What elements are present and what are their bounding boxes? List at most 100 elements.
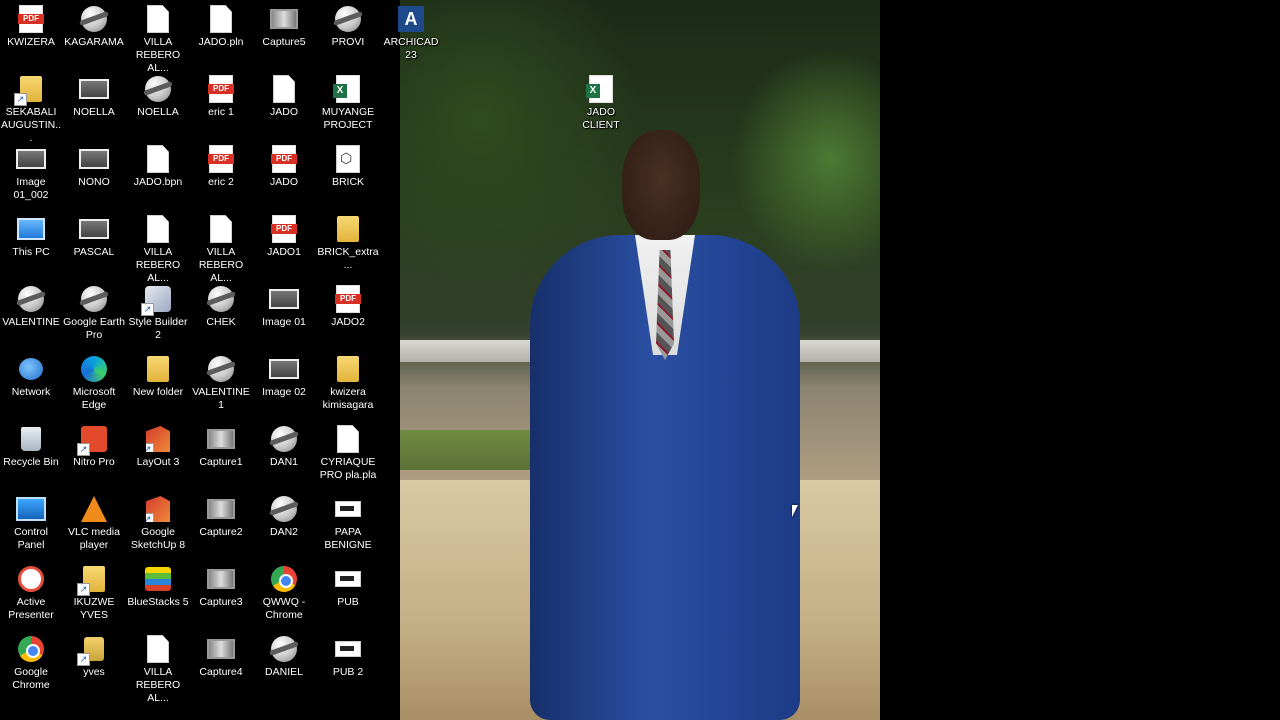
desktop-icon[interactable]: Capture5 bbox=[253, 4, 315, 49]
document-icon bbox=[143, 634, 173, 664]
desktop-icon-label: Microsoft Edge bbox=[72, 386, 116, 411]
desktop-icon[interactable]: KAGARAMA bbox=[63, 4, 125, 49]
desktop-icon[interactable]: JADO.bpn bbox=[127, 144, 189, 189]
desktop-icon[interactable]: Recycle Bin bbox=[0, 424, 62, 469]
folder-icon bbox=[147, 356, 169, 382]
desktop-icon[interactable]: BlueStacks 5 bbox=[127, 564, 189, 609]
network-icon bbox=[16, 354, 46, 384]
desktop-icon[interactable]: VALENTINE 1 bbox=[190, 354, 252, 412]
desktop-icon[interactable]: Image 01_002 bbox=[0, 144, 62, 202]
desktop-icon[interactable]: Style Builder 2 bbox=[127, 284, 189, 342]
desktop-icon-label: KWIZERA bbox=[7, 36, 55, 48]
desktop-icon[interactable]: MUYANGE PROJECT bbox=[317, 74, 379, 132]
desktop-icon[interactable]: VLC media player bbox=[63, 494, 125, 552]
desktop-icon[interactable]: NOELLA bbox=[63, 74, 125, 119]
google-earth-icon bbox=[271, 496, 297, 522]
desktop-icon[interactable]: Google Earth Pro bbox=[63, 284, 125, 342]
document-icon bbox=[206, 214, 236, 244]
desktop-icon[interactable]: Image 02 bbox=[253, 354, 315, 399]
desktop-icon[interactable]: Control Panel bbox=[0, 494, 62, 552]
desktop-icon[interactable]: PUB 2 bbox=[317, 634, 379, 679]
desktop-icon[interactable]: DAN2 bbox=[253, 494, 315, 539]
desktop-icon[interactable]: Microsoft Edge bbox=[63, 354, 125, 412]
google-earth-icon bbox=[16, 284, 46, 314]
desktop-icon[interactable]: JADO CLIENT bbox=[570, 74, 632, 132]
desktop-icon[interactable]: This PC bbox=[0, 214, 62, 259]
desktop-icon[interactable]: eric 1 bbox=[190, 74, 252, 119]
desktop-icon[interactable]: JADO.pln bbox=[190, 4, 252, 49]
desktop-icon[interactable]: KWIZERA bbox=[0, 4, 62, 49]
image-file-icon bbox=[16, 144, 46, 174]
publisher-icon bbox=[333, 564, 363, 594]
desktop-icon[interactable]: PROVI bbox=[317, 4, 379, 49]
archicad-file-icon bbox=[273, 75, 295, 103]
desktop-icon[interactable]: NONO bbox=[63, 144, 125, 189]
desktop-icon[interactable]: Capture1 bbox=[190, 424, 252, 469]
desktop-icon-label: Network bbox=[11, 386, 51, 398]
desktop-icon[interactable]: DANIEL bbox=[253, 634, 315, 679]
desktop-icon[interactable]: PUB bbox=[317, 564, 379, 609]
desktop-icon[interactable]: JADO1 bbox=[253, 214, 315, 259]
layout-icon bbox=[146, 426, 170, 452]
document-icon bbox=[143, 4, 173, 34]
archicad-icon: A bbox=[396, 4, 426, 34]
desktop-icon[interactable]: PAPA BENIGNE bbox=[317, 494, 379, 552]
desktop-icon-label: New folder bbox=[132, 386, 184, 398]
desktop-icon[interactable]: Capture2 bbox=[190, 494, 252, 539]
desktop-icon[interactable]: BRICK_extra... bbox=[317, 214, 379, 272]
desktop-icon[interactable]: CHEK bbox=[190, 284, 252, 329]
desktop-icon[interactable]: Network bbox=[0, 354, 62, 399]
mouse-cursor-icon bbox=[792, 505, 798, 517]
desktop-icon[interactable]: JADO bbox=[253, 144, 315, 189]
desktop-icon[interactable]: Capture4 bbox=[190, 634, 252, 679]
desktop-icon[interactable]: VALENTINE bbox=[0, 284, 62, 329]
desktop-icon[interactable]: Google Chrome bbox=[0, 634, 62, 692]
vlc-icon bbox=[79, 494, 109, 524]
desktop-icon[interactable]: JADO bbox=[253, 74, 315, 119]
sketchup-icon bbox=[143, 494, 173, 524]
desktop-icon[interactable]: eric 2 bbox=[190, 144, 252, 189]
pdf-file-icon bbox=[269, 214, 299, 244]
document-icon bbox=[333, 424, 363, 454]
desktop-icon[interactable]: QWWQ - Chrome bbox=[253, 564, 315, 622]
desktop-icon[interactable]: VILLA REBERO AL... bbox=[127, 214, 189, 285]
desktop-icon[interactable]: Nitro Pro bbox=[63, 424, 125, 469]
desktop-icon-label: QWWQ - Chrome bbox=[262, 596, 306, 621]
desktop-icon[interactable]: New folder bbox=[127, 354, 189, 399]
desktop-icon[interactable]: CYRIAQUE PRO pla.pla bbox=[317, 424, 379, 482]
desktop-icon[interactable]: SEKABALI AUGUSTIN... bbox=[0, 74, 62, 145]
archicad-file-icon bbox=[269, 74, 299, 104]
publisher-icon bbox=[335, 501, 361, 517]
capture-icon bbox=[270, 9, 298, 29]
desktop-icon[interactable]: A ARCHICAD 23 bbox=[380, 4, 442, 62]
desktop-icon[interactable]: Active Presenter bbox=[0, 564, 62, 622]
google-earth-icon bbox=[271, 426, 297, 452]
folder-shortcut-icon bbox=[83, 566, 105, 592]
desktop-icon-label: Active Presenter bbox=[8, 596, 54, 621]
desktop-icon[interactable]: Capture3 bbox=[190, 564, 252, 609]
desktop-icon[interactable]: Image 01 bbox=[253, 284, 315, 329]
pdf-file-icon bbox=[206, 74, 236, 104]
desktop-icon[interactable]: Google SketchUp 8 bbox=[127, 494, 189, 552]
desktop-icon[interactable]: PASCAL bbox=[63, 214, 125, 259]
desktop-icon[interactable]: LayOut 3 bbox=[127, 424, 189, 469]
desktop-icon-label: NOELLA bbox=[73, 106, 115, 118]
chrome-icon bbox=[271, 566, 297, 592]
desktop-icon-label: kwizera kimisagara bbox=[322, 386, 374, 411]
desktop-icon[interactable]: JADO2 bbox=[317, 284, 379, 329]
desktop-icon-label: DANIEL bbox=[265, 666, 303, 678]
desktop-icon[interactable]: yves bbox=[63, 634, 125, 679]
desktop-icon[interactable]: VILLA REBERO AL... bbox=[127, 634, 189, 705]
capture-icon bbox=[206, 494, 236, 524]
desktop-icon[interactable]: IKUZWE YVES bbox=[63, 564, 125, 622]
document-icon bbox=[143, 144, 173, 174]
desktop-icon[interactable]: kwizera kimisagara bbox=[317, 354, 379, 412]
pdf-file-icon bbox=[18, 5, 44, 33]
desktop-icon-label: Capture3 bbox=[199, 596, 243, 608]
desktop-icon[interactable]: NOELLA bbox=[127, 74, 189, 119]
desktop-icon[interactable]: VILLA REBERO AL... bbox=[127, 4, 189, 75]
desktop-icon[interactable]: VILLA REBERO AL... bbox=[190, 214, 252, 285]
pdf-file-icon bbox=[16, 4, 46, 34]
desktop-icon[interactable]: BRICK bbox=[317, 144, 379, 189]
desktop-icon[interactable]: DAN1 bbox=[253, 424, 315, 469]
